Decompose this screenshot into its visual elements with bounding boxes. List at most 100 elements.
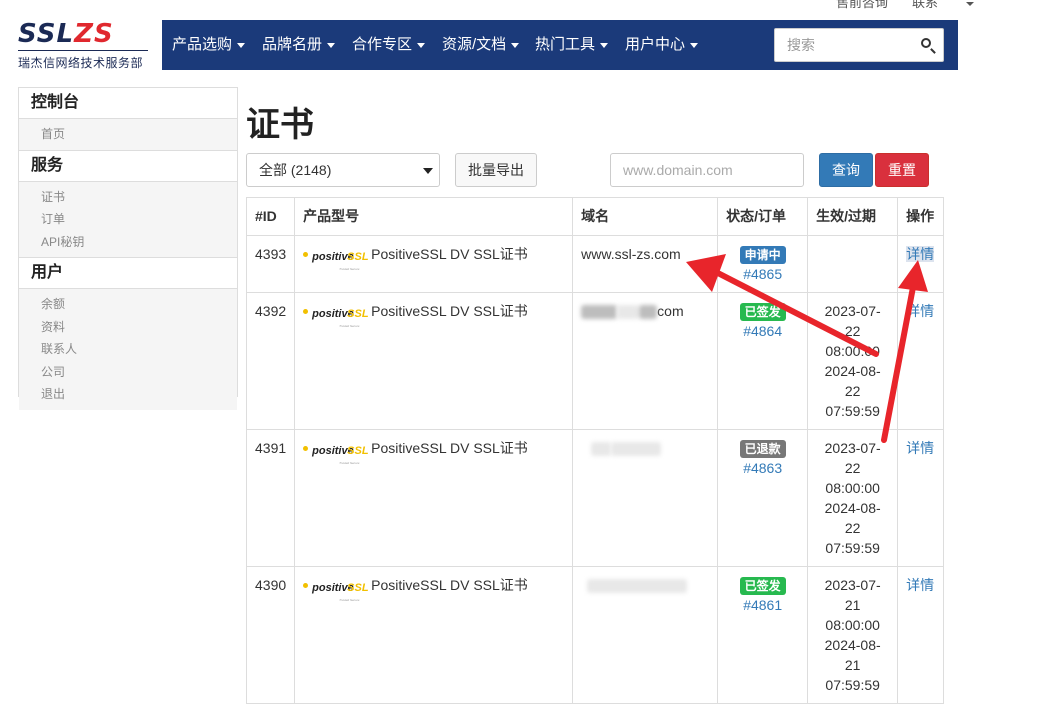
contact-link[interactable]: 联系 [912,0,975,10]
sidebar-item-company[interactable]: 公司 [19,361,237,384]
positivessl-logo: positive SSL Trusted Secure [303,248,369,271]
valid-from-date: 2023-07- [824,577,881,593]
nav-item-tools[interactable]: 热门工具 [535,20,609,70]
status-badge: 已签发 [739,577,786,595]
sidebar-list-console: 首页 [19,119,237,151]
sidebar-list-services: 证书 订单 API秘钥 [19,181,237,258]
bulk-export-button[interactable]: 批量导出 [455,153,537,187]
nav-item-user-center[interactable]: 用户中心 [625,20,699,70]
nav-label: 用户中心 [625,36,686,53]
redacted-text [639,305,658,320]
valid-to-day: 22 [844,520,861,536]
search-input[interactable] [775,29,929,61]
top-links: 售前咨询 联系 [836,0,998,11]
sidebar-list-user: 余额 资料 联系人 公司 退出 [19,289,237,410]
site-search [774,28,944,62]
col-header-domain: 域名 [572,197,719,236]
valid-from-day: 21 [844,597,861,613]
sidebar-item-certificates[interactable]: 证书 [19,186,237,209]
chevron-down-icon [966,1,975,6]
valid-from-date: 2023-07- [824,303,881,319]
details-link[interactable]: 详情 [906,440,934,456]
nav-label: 热门工具 [535,36,596,53]
col-header-actions: 操作 [897,197,945,236]
nav-item-products[interactable]: 产品选购 [172,20,246,70]
cert-product: positive SSL Trusted Secure PositiveSSL DV … [294,429,574,567]
details-link[interactable]: 详情 [906,303,934,319]
valid-from-date: 2023-07- [824,440,881,456]
sidebar-item-api-key[interactable]: API秘钥 [19,231,237,254]
sidebar-section-services: 服务 [19,151,237,182]
sidebar-item-orders[interactable]: 订单 [19,208,237,231]
cert-product: positive SSL Trusted Secure PositiveSSL DV … [294,566,574,704]
valid-from-time: 08:00:00 [825,617,880,633]
order-link[interactable]: #4864 [743,323,782,339]
valid-to-date: 2024-08- [824,363,881,379]
table-row: 4390 positive SSL Trusted Secure PositiveSS… [245,566,945,704]
logo-tagline: Trusted Secure [339,324,360,329]
sidebar-item-home[interactable]: 首页 [19,123,237,146]
cert-validity: 2023-07- 22 08:00:00 2024-08- 22 07:59:5… [807,429,899,567]
filter-selected-value: 全部 (2148) [259,162,332,178]
cert-domain [572,429,719,567]
sidebar-section-user: 用户 [19,258,237,289]
cert-status: 已签发 #4864 [717,292,809,430]
order-link[interactable]: #4865 [743,266,782,282]
valid-to-time: 07:59:59 [825,403,880,419]
main-navbar: 产品选购 品牌名册 合作专区 资源/文档 热门工具 用户中心 [162,20,958,70]
valid-from-time: 08:00:00 [825,343,880,359]
sidebar-item-profile[interactable]: 资料 [19,316,237,339]
table-row: 4391 positive SSL Trusted Secure PositiveSS… [245,429,945,567]
search-icon[interactable] [921,38,931,48]
domain-suffix: com [657,303,684,319]
cert-domain [572,566,719,704]
valid-to-day: 21 [844,657,861,673]
logo-mark-left: SSL [18,19,75,49]
positivessl-logo: positive SSL Trusted Secure [303,579,369,602]
query-button[interactable]: 查询 [819,153,873,187]
cert-id: 4391 [245,429,296,567]
reset-button[interactable]: 重置 [875,153,929,187]
site-logo[interactable]: SSLZS 瑞杰信网络技术服务部 [18,20,148,71]
order-link[interactable]: #4863 [743,460,782,476]
col-header-product: 产品型号 [294,197,574,236]
cert-id: 4390 [245,566,296,704]
col-header-status: 状态/订单 [717,197,809,236]
logo-mark: SSLZS [18,20,148,48]
valid-to-time: 07:59:59 [825,540,880,556]
presales-link[interactable]: 售前咨询 [836,0,888,10]
nav-item-brands[interactable]: 品牌名册 [262,20,336,70]
chevron-down-icon [237,42,246,48]
cert-domain: www.ssl-zs.com [572,235,719,293]
contact-label: 联系 [912,0,939,10]
nav-label: 合作专区 [352,36,413,53]
nav-label: 资源/文档 [442,36,507,53]
logo-tagline: Trusted Secure [339,267,360,272]
cert-actions: 详情 [897,292,945,430]
sidebar-item-contacts[interactable]: 联系人 [19,338,237,361]
details-link[interactable]: 详情 [906,246,935,262]
sidebar-item-logout[interactable]: 退出 [19,383,237,406]
page-title: 证书 [246,106,314,144]
cert-product: positive SSL Trusted Secure PositiveSSL DV … [294,235,574,293]
table-row: 4393 positive SSL Trusted Secure PositiveSS… [245,235,945,293]
logo-subtitle: 瑞杰信网络技术服务部 [18,56,144,70]
positivessl-logo: positive SSL Trusted Secure [303,442,369,465]
nav-item-resources[interactable]: 资源/文档 [442,20,520,70]
certificates-table: #ID 产品型号 域名 状态/订单 生效/过期 操作 4393 positive… [245,197,945,704]
nav-label: 产品选购 [172,36,233,53]
status-filter-select[interactable]: 全部 (2148) [246,153,440,187]
valid-from-time: 08:00:00 [825,480,880,496]
sidebar: 控制台 首页 服务 证书 订单 API秘钥 用户 余额 资料 联系人 公司 退出 [18,87,238,410]
details-link[interactable]: 详情 [906,577,934,593]
redacted-text [611,442,662,457]
domain-search-input[interactable] [610,153,804,187]
table-header-row: #ID 产品型号 域名 状态/订单 生效/过期 操作 [245,197,945,236]
cert-validity: 2023-07- 21 08:00:00 2024-08- 21 07:59:5… [807,566,899,704]
nav-item-partners[interactable]: 合作专区 [352,20,426,70]
logo-dot-icon [303,309,309,315]
chevron-down-icon [327,42,336,48]
order-link[interactable]: #4861 [743,597,782,613]
logo-tagline: Trusted Secure [339,598,360,603]
sidebar-item-balance[interactable]: 余额 [19,293,237,316]
